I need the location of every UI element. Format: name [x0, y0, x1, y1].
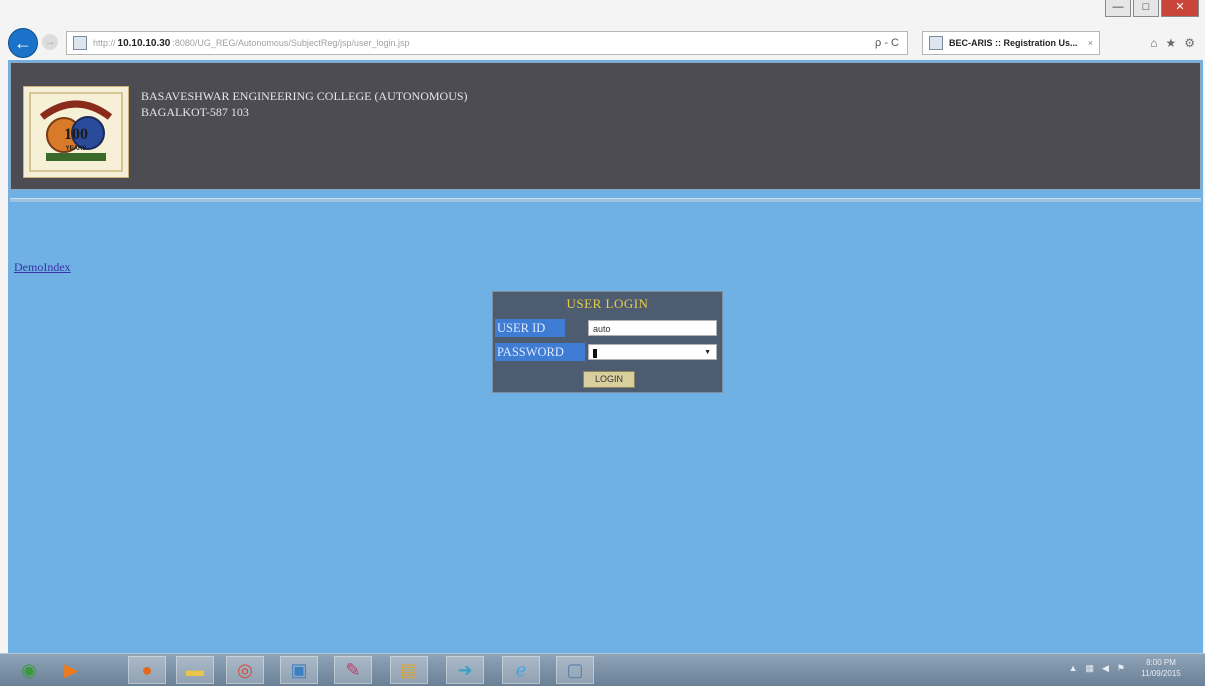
files-icon[interactable]: ▤: [390, 656, 428, 684]
page-content: 100 YEARS BASAVESHWAR ENGINEERING COLLEG…: [8, 60, 1203, 653]
volume-icon[interactable]: ◀: [1102, 663, 1109, 674]
login-panel: USER LOGIN USER ID auto PASSWORD ▼ LOGIN: [492, 291, 723, 393]
password-mask-icon: [593, 349, 597, 359]
demo-index-link[interactable]: DemoIndex: [14, 260, 71, 275]
college-address: BAGALKOT-587 103: [141, 105, 249, 119]
logo-subtext: YEARS: [66, 146, 87, 152]
favorites-icon[interactable]: ★: [1165, 36, 1176, 50]
user-id-label: USER ID: [495, 319, 565, 337]
college-logo: 100 YEARS: [23, 86, 129, 178]
window-app-icon[interactable]: ▢: [556, 656, 594, 684]
remote-desktop-icon[interactable]: ▣: [280, 656, 318, 684]
browser-icons: ⌂ ★ ⚙: [1150, 36, 1195, 50]
page-icon: [73, 36, 87, 50]
minimize-button[interactable]: —: [1105, 0, 1131, 17]
college-name: BASAVESHWAR ENGINEERING COLLEGE (AUTONOM…: [141, 89, 468, 103]
media-player-icon[interactable]: ▶: [52, 656, 90, 684]
url-path: :8080/UG_REG/Autonomous/SubjectReg/jsp/u…: [172, 38, 410, 48]
tab-page-icon: [929, 36, 943, 50]
user-id-input[interactable]: auto: [588, 320, 717, 336]
password-input[interactable]: ▼: [588, 344, 717, 360]
arrow-app-icon[interactable]: ➜: [446, 656, 484, 684]
password-label: PASSWORD: [495, 343, 585, 361]
url-scheme: http://: [93, 38, 116, 48]
back-icon[interactable]: ←: [8, 28, 38, 58]
tray-arrow-icon[interactable]: ▲: [1069, 663, 1078, 674]
clock-time: 8:00 PM: [1146, 658, 1176, 667]
windows-taskbar: ◉ ▶ ● ▬ ◎ ▣ ✎ ▤ ➜ ℯ ▢ ▲ ▦ ◀ ⚑ 8:00 PM 11/09/2015: [0, 653, 1205, 686]
login-title: USER LOGIN: [566, 296, 649, 311]
browser-toolbar: ← → http:// 10.10.10.30 :8080/UG_REG/Aut…: [0, 24, 1205, 60]
system-tray: ▲ ▦ ◀ ⚑: [1069, 663, 1125, 674]
browser-tab[interactable]: BEC-ARIS :: Registration Us... ×: [922, 31, 1100, 55]
network-icon[interactable]: ▦: [1085, 663, 1094, 674]
chrome-icon[interactable]: ◎: [226, 656, 264, 684]
close-button[interactable]: ✕: [1161, 0, 1199, 17]
window-controls: — □ ✕: [1105, 0, 1199, 18]
header-divider: [10, 198, 1201, 202]
system-clock[interactable]: 8:00 PM 11/09/2015: [1131, 657, 1191, 679]
clock-date: 11/09/2015: [1141, 669, 1181, 678]
maximize-button[interactable]: □: [1133, 0, 1159, 17]
address-bar[interactable]: http:// 10.10.10.30 :8080/UG_REG/Autonom…: [66, 31, 908, 55]
url-host: 10.10.10.30: [117, 37, 171, 49]
logo-number: 100: [64, 126, 88, 143]
paint-icon[interactable]: ✎: [334, 656, 372, 684]
college-header: 100 YEARS BASAVESHWAR ENGINEERING COLLEG…: [10, 62, 1201, 190]
settings-icon[interactable]: ⚙: [1184, 36, 1195, 50]
tab-close-icon[interactable]: ×: [1088, 38, 1093, 48]
home-icon[interactable]: ⌂: [1150, 36, 1157, 50]
search-refresh-icon[interactable]: ρ - C: [875, 37, 899, 49]
login-button[interactable]: LOGIN: [583, 371, 635, 388]
tab-title: BEC-ARIS :: Registration Us...: [949, 38, 1078, 48]
college-title-block: BASAVESHWAR ENGINEERING COLLEGE (AUTONOM…: [141, 88, 468, 120]
folder-icon[interactable]: ▬: [176, 656, 214, 684]
centenary-logo-icon: 100 YEARS: [29, 92, 123, 172]
internet-explorer-icon[interactable]: ℯ: [502, 656, 540, 684]
autocomplete-dropdown-icon[interactable]: ▼: [704, 345, 711, 361]
flag-icon[interactable]: ⚑: [1117, 663, 1125, 674]
firefox-icon[interactable]: ●: [128, 656, 166, 684]
start-orb-icon[interactable]: ◉: [10, 656, 48, 684]
forward-icon[interactable]: →: [42, 34, 58, 50]
